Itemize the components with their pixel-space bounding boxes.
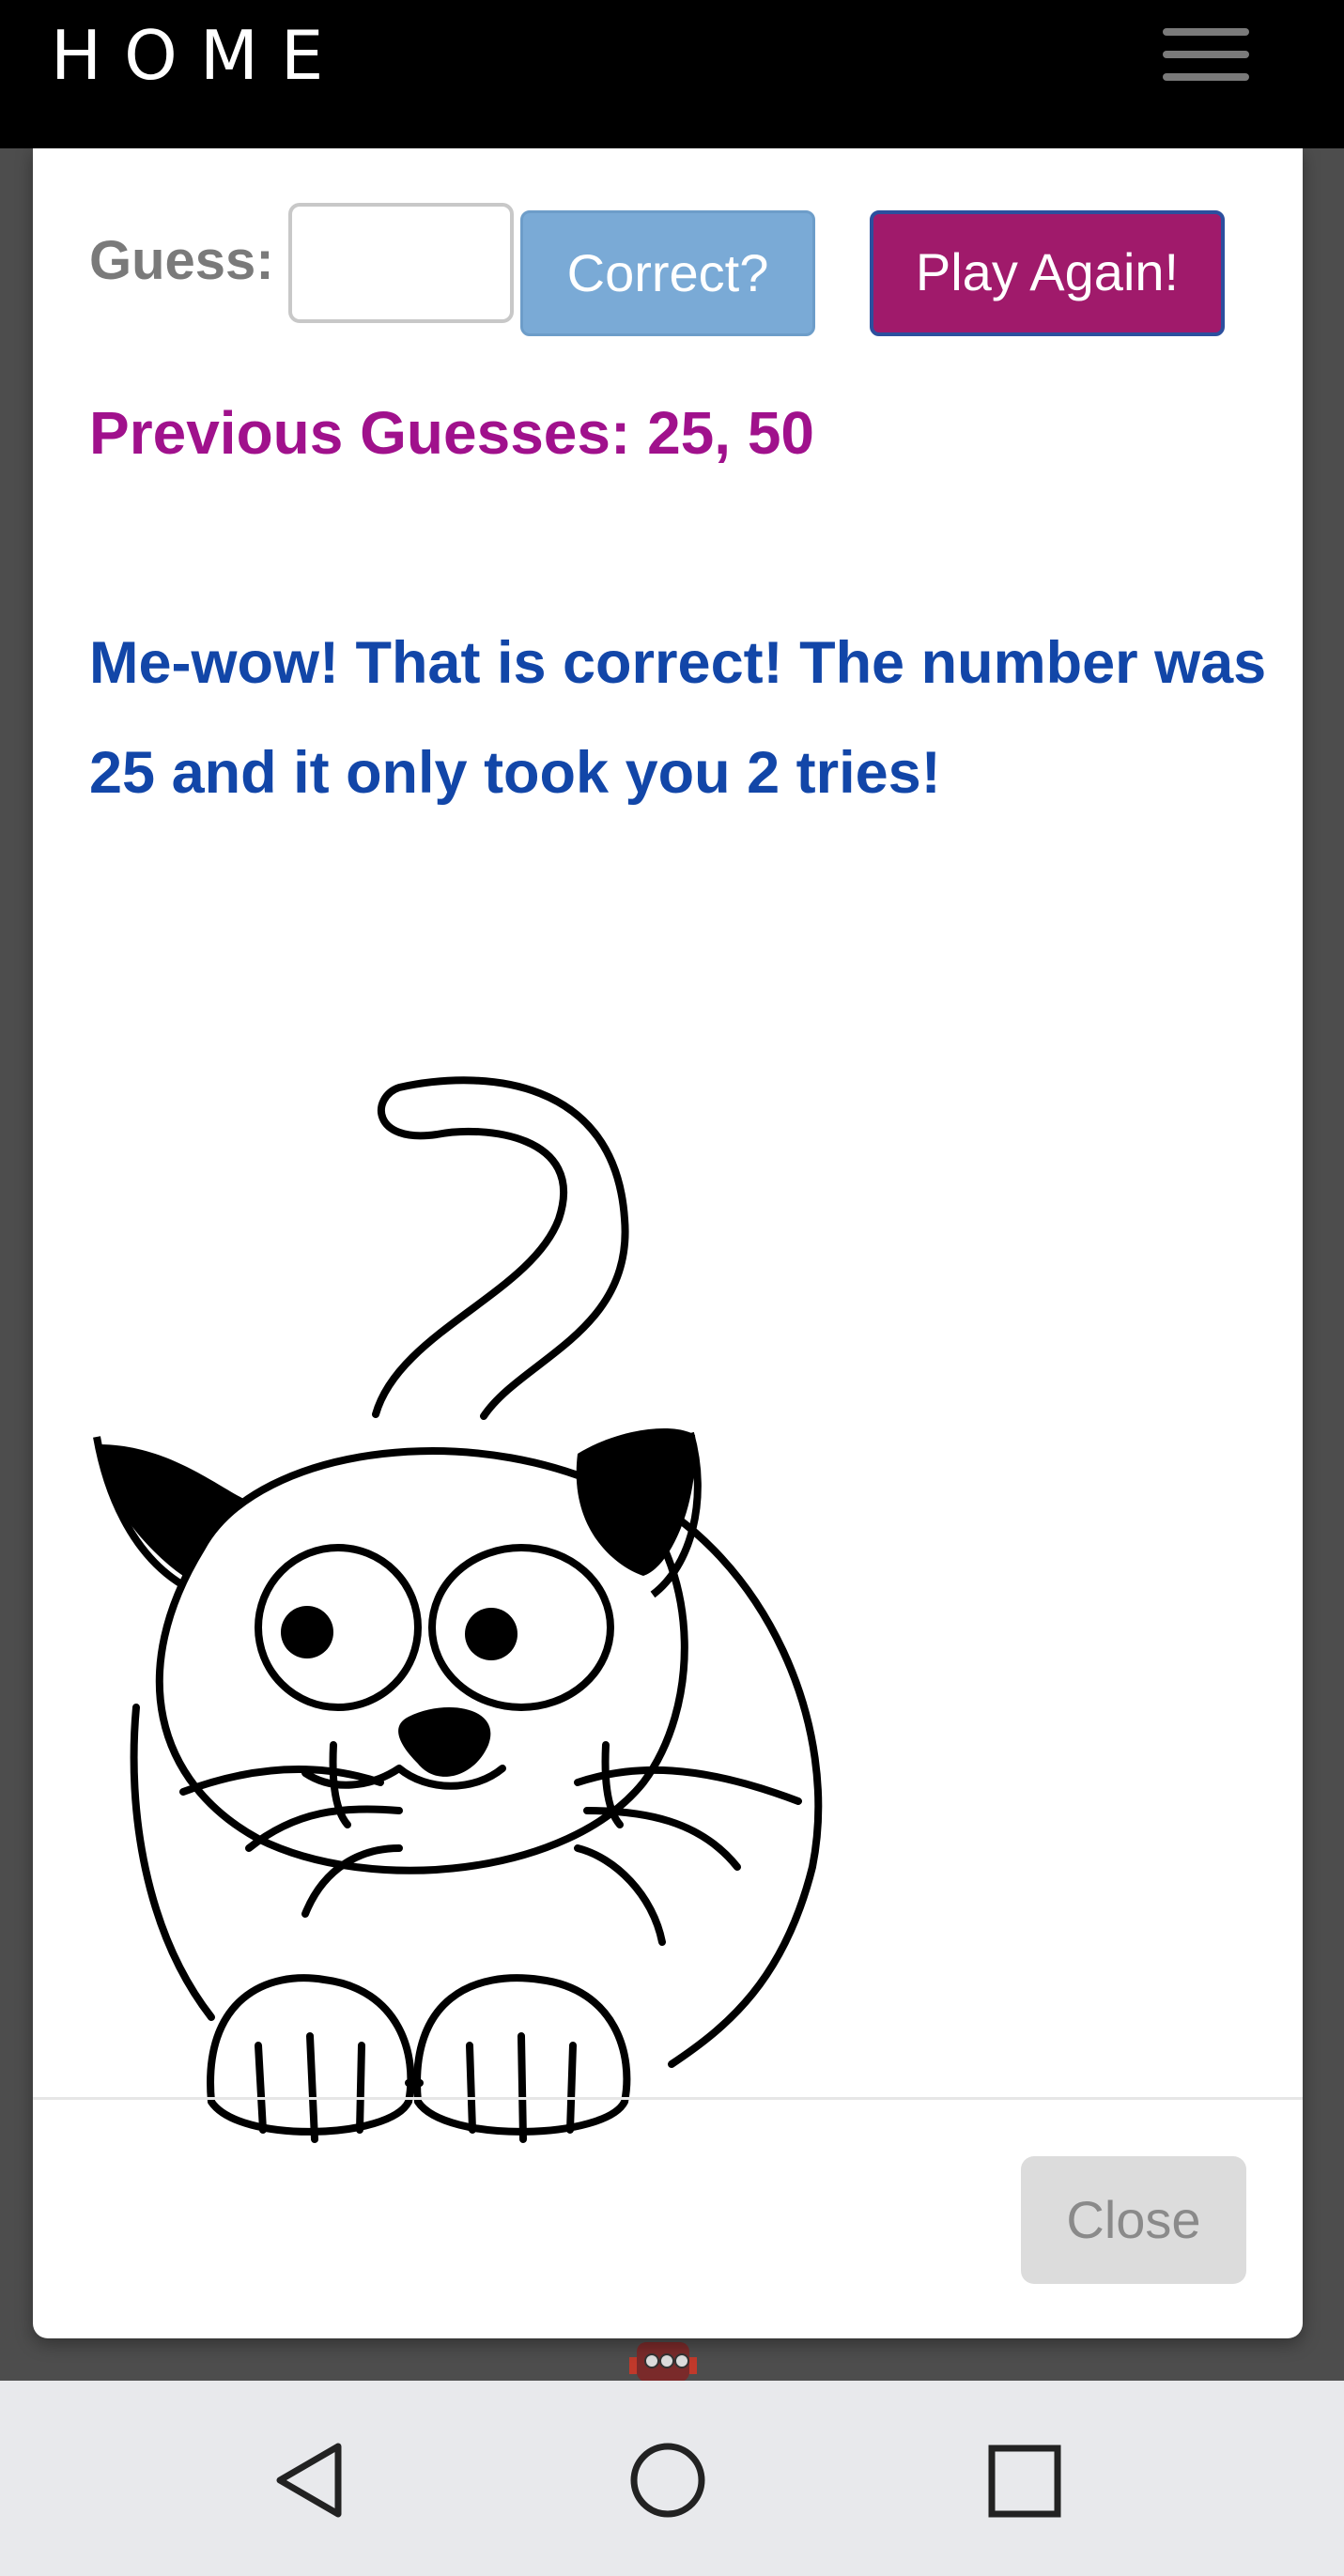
previous-guesses: Previous Guesses: 25, 50 (89, 399, 814, 467)
hamburger-bar (1163, 51, 1249, 58)
guess-label: Guess: (89, 230, 274, 291)
correct-button[interactable]: Correct? (520, 210, 815, 336)
home-brand-link[interactable]: HOME (51, 13, 346, 98)
recents-square-icon[interactable] (977, 2433, 1071, 2527)
cartoon-cat-icon (93, 1076, 823, 2143)
hamburger-menu-icon[interactable] (1163, 28, 1249, 81)
hamburger-bar (1163, 28, 1249, 36)
modal-footer-divider (33, 2097, 1303, 2100)
play-again-button[interactable]: Play Again! (870, 210, 1225, 336)
top-navbar: HOME (0, 0, 1344, 148)
hamburger-bar (1163, 73, 1249, 81)
close-button[interactable]: Close (1021, 2156, 1246, 2284)
guess-input[interactable] (288, 203, 514, 323)
background-mascot-icon (629, 2342, 697, 2382)
back-triangle-icon[interactable] (263, 2433, 357, 2527)
android-navigation-bar (0, 2381, 1344, 2576)
home-circle-icon[interactable] (621, 2433, 715, 2527)
result-message: Me-wow! That is correct! The number was … (89, 630, 1267, 806)
game-modal: Guess: Correct? Play Again! Previous Gue… (33, 148, 1303, 2338)
